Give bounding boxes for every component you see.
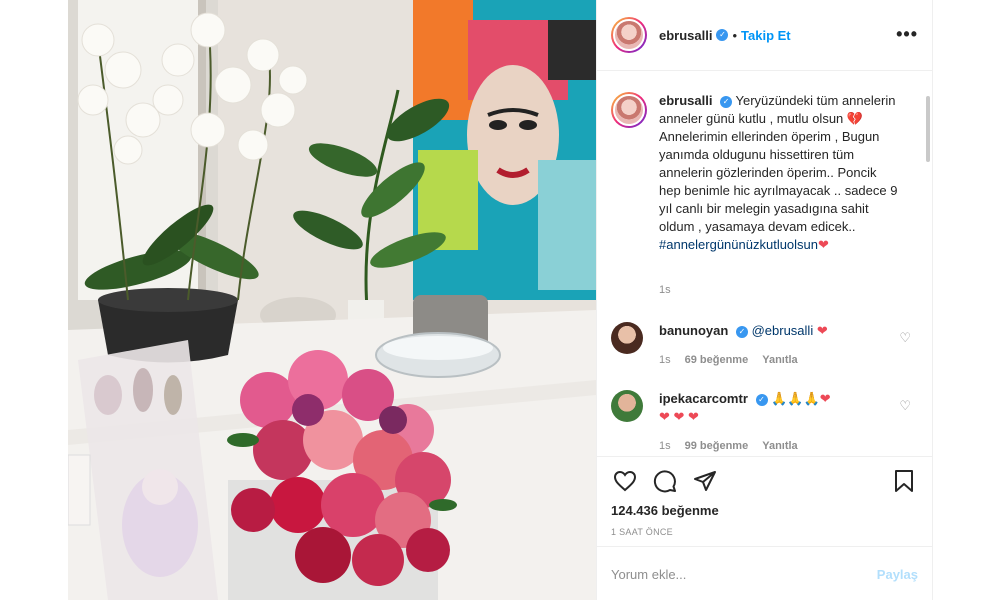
comment-meta: 1s 99 beğenme Yanıtla (659, 440, 798, 452)
post-actions: 124.436 beğenme 1 SAAT ÖNCE (597, 456, 932, 546)
scrollbar[interactable] (926, 96, 930, 162)
verified-icon: ✓ (720, 95, 733, 108)
verified-icon: ✓ (735, 325, 748, 338)
post-sidebar: ebrusalli ✓ • Takip Et ••• ebrusalli ✓ Y… (596, 0, 933, 600)
comment-username[interactable]: ipekacarcomtr (659, 391, 748, 406)
separator-dot: • (732, 27, 738, 43)
post-header: ebrusalli ✓ • Takip Et ••• (597, 0, 932, 71)
post-timestamp[interactable]: 1 SAAT ÖNCE (611, 527, 673, 537)
comments-list[interactable]: ebrusalli ✓ Yeryüzündeki tüm annelerin a… (597, 72, 932, 455)
comment-text: banunoyan ✓ @ebrusalli ❤ (659, 322, 879, 340)
emoji-praying-icon: 🙏🙏🙏 (771, 391, 820, 406)
photo-scene (68, 0, 596, 600)
verified-icon: ✓ (755, 393, 768, 406)
verified-icon: ✓ (716, 29, 729, 41)
share-icon[interactable] (691, 467, 719, 495)
avatar[interactable] (611, 17, 647, 53)
username-link[interactable]: ebrusalli (659, 28, 712, 43)
heart-emoji-icon: ❤ ❤ ❤ (659, 409, 699, 424)
avatar[interactable] (611, 390, 643, 422)
comment-meta: 1s 69 beğenme Yanıtla (659, 354, 798, 366)
comment-text: ipekacarcomtr ✓ 🙏🙏🙏❤ ❤ ❤ ❤ (659, 390, 879, 426)
comment-likes[interactable]: 69 beğenme (685, 354, 749, 366)
comment-username[interactable]: banunoyan (659, 323, 728, 338)
heart-emoji-icon: ❤ (819, 391, 831, 406)
caption-text: ebrusalli ✓ Yeryüzündeki tüm annelerin a… (659, 92, 899, 254)
caption-body-2: Annelerimin ellerinden öperim , Bugun ya… (659, 129, 898, 234)
avatar[interactable] (611, 92, 647, 128)
hashtag-link[interactable]: #annelergününüzkutluolsun (659, 237, 818, 252)
reply-button[interactable]: Yanıtla (762, 440, 797, 452)
follow-button[interactable]: Takip Et (741, 28, 791, 43)
heart-emoji-icon: ❤ (818, 237, 829, 252)
heart-icon[interactable] (611, 467, 639, 495)
caption-time[interactable]: 1s (659, 284, 671, 296)
mention-link[interactable]: @ebrusalli (752, 323, 814, 338)
caption: ebrusalli ✓ Yeryüzündeki tüm annelerin a… (611, 92, 911, 254)
add-comment-bar: Paylaş (597, 546, 932, 600)
more-icon[interactable]: ••• (896, 24, 918, 45)
comment-icon[interactable] (651, 467, 679, 495)
caption-username[interactable]: ebrusalli (659, 93, 712, 108)
bookmark-icon[interactable] (890, 467, 918, 495)
avatar[interactable] (611, 322, 643, 354)
post-comment-button[interactable]: Paylaş (877, 567, 918, 582)
likes-count[interactable]: 124.436 beğenme (611, 503, 719, 518)
comment-likes[interactable]: 99 beğenme (685, 440, 749, 452)
comment-like-icon[interactable]: ♡ (899, 398, 911, 414)
heart-emoji-icon: 💔 (846, 111, 864, 126)
heart-emoji-icon: ❤ (816, 323, 828, 338)
comment-like-icon[interactable]: ♡ (899, 330, 911, 346)
comment-time[interactable]: 1s (659, 354, 671, 366)
reply-button[interactable]: Yanıtla (762, 354, 797, 366)
comment-input[interactable] (611, 563, 851, 585)
comment-time[interactable]: 1s (659, 440, 671, 452)
post-photo[interactable] (68, 0, 596, 600)
